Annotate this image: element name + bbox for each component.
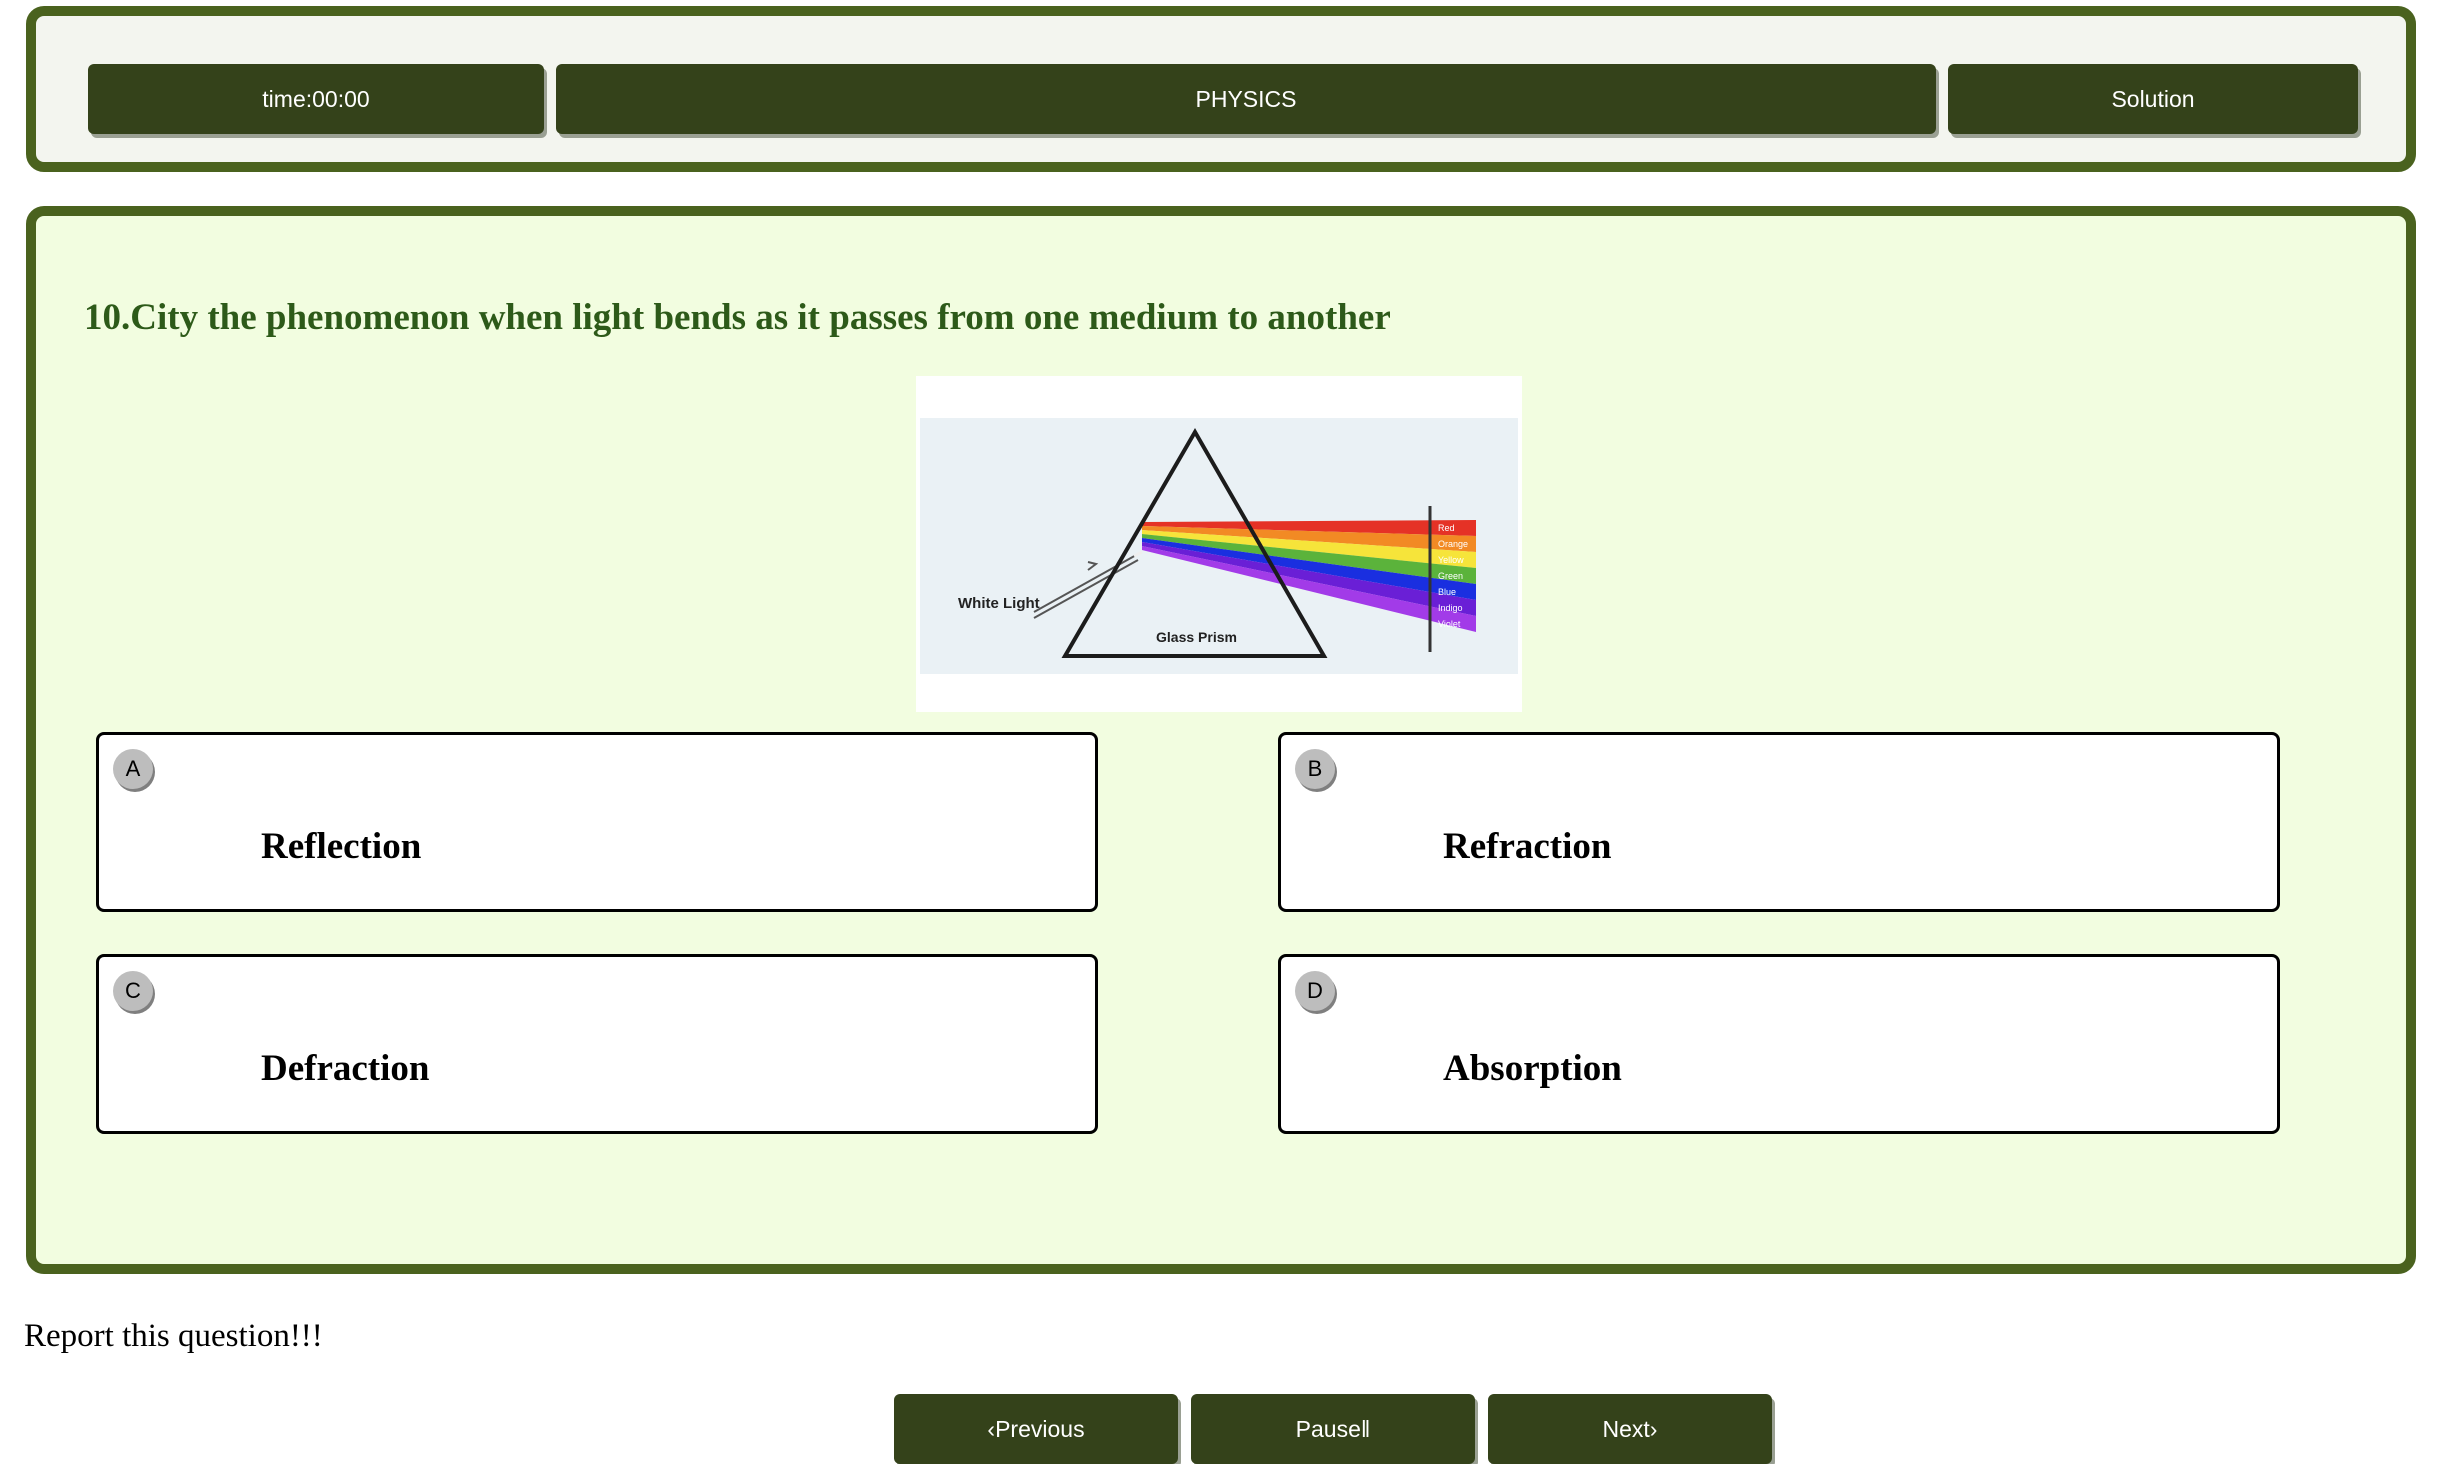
spectrum-label-indigo: Indigo	[1438, 603, 1463, 613]
option-d[interactable]: D Absorption	[1278, 954, 2280, 1134]
prism-figure: Red Orange Yellow Green Blue Indigo Violet Whi…	[916, 376, 1522, 712]
spectrum-label-orange: Orange	[1438, 539, 1468, 549]
option-label: Defraction	[261, 1048, 430, 1089]
spectrum-label-red: Red	[1438, 523, 1455, 533]
option-a[interactable]: A Reflection	[96, 732, 1098, 912]
spectrum-label-blue: Blue	[1438, 587, 1456, 597]
solution-button[interactable]: Solution	[1948, 64, 2358, 134]
spectrum-label-violet: Violet	[1438, 619, 1461, 629]
pause-button[interactable]: Pause‖	[1191, 1394, 1475, 1464]
subject-button[interactable]: PHYSICS	[556, 64, 1936, 134]
option-letter-badge: B	[1295, 749, 1335, 789]
option-c[interactable]: C Defraction	[96, 954, 1098, 1134]
option-b[interactable]: B Refraction	[1278, 732, 2280, 912]
previous-button[interactable]: ‹Previous	[894, 1394, 1178, 1464]
timer-button[interactable]: time:00:00	[88, 64, 544, 134]
question-text: 10.City the phenomenon when light bends …	[84, 297, 1391, 338]
question-panel: 10.City the phenomenon when light bends …	[26, 206, 2416, 1274]
glass-prism-label: Glass Prism	[1156, 629, 1237, 645]
report-question-link[interactable]: Report this question!!!	[24, 1318, 323, 1355]
prism-diagram: Red Orange Yellow Green Blue Indigo Violet Whi…	[920, 418, 1518, 674]
spectrum-label-yellow: Yellow	[1438, 555, 1464, 565]
option-letter-badge: C	[113, 971, 153, 1011]
option-letter-badge: A	[113, 749, 153, 789]
option-label: Absorption	[1443, 1048, 1622, 1089]
option-label: Refraction	[1443, 826, 1612, 867]
next-button[interactable]: Next›	[1488, 1394, 1772, 1464]
option-letter-badge: D	[1295, 971, 1335, 1011]
white-light-label: White Light	[958, 595, 1040, 612]
top-bar: time:00:00 PHYSICS Solution	[26, 6, 2416, 172]
spectrum-label-green: Green	[1438, 571, 1463, 581]
option-label: Reflection	[261, 826, 422, 867]
